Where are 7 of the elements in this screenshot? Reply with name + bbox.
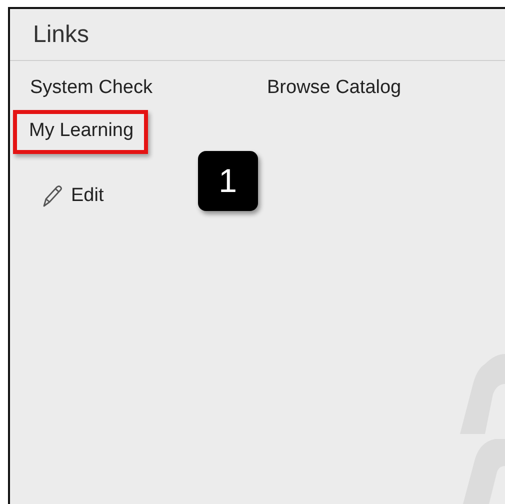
link[interactable]: Browse Catalog: [260, 71, 408, 105]
pencil-icon: [41, 184, 63, 208]
edit-button[interactable]: Edit: [41, 184, 104, 208]
step-badge: 1: [198, 151, 258, 211]
link[interactable]: My Learning: [13, 110, 148, 154]
panel-title: Links: [10, 9, 505, 61]
link[interactable]: System Check: [23, 71, 160, 105]
